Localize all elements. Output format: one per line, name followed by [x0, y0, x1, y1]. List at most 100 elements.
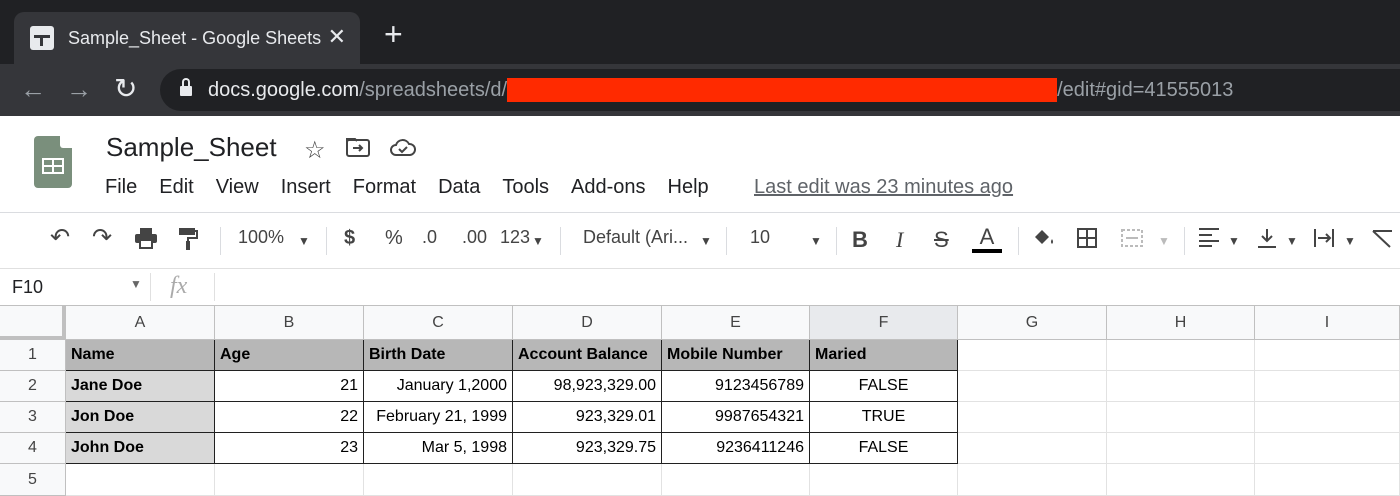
- back-arrow-icon[interactable]: ←: [20, 74, 46, 104]
- text-rotation-icon[interactable]: [1370, 227, 1394, 255]
- font-size-dropdown-icon[interactable]: ▼: [810, 234, 822, 248]
- column-header-c[interactable]: C: [364, 306, 513, 340]
- cell-f4[interactable]: FALSE: [810, 433, 958, 464]
- new-tab-icon[interactable]: +: [384, 18, 403, 50]
- name-box[interactable]: F10: [12, 277, 43, 298]
- cell-c2[interactable]: January 1,2000: [364, 371, 513, 402]
- align-dropdown-icon[interactable]: ▼: [1228, 234, 1240, 248]
- cell-i2[interactable]: [1255, 371, 1400, 402]
- cell-f2[interactable]: FALSE: [810, 371, 958, 402]
- cell-d3[interactable]: 923,329.01: [513, 402, 662, 433]
- cell-a3[interactable]: Jon Doe: [66, 402, 215, 433]
- menu-help[interactable]: Help: [668, 176, 709, 199]
- cell-g2[interactable]: [958, 371, 1107, 402]
- name-box-dropdown-icon[interactable]: ▼: [130, 277, 142, 291]
- zoom-dropdown-icon[interactable]: ▼: [298, 234, 310, 248]
- cell-i4[interactable]: [1255, 433, 1400, 464]
- print-icon[interactable]: [134, 227, 158, 255]
- cell-f5[interactable]: [810, 464, 958, 496]
- column-header-e[interactable]: E: [662, 306, 810, 340]
- column-header-g[interactable]: G: [958, 306, 1107, 340]
- paint-format-icon[interactable]: [178, 227, 198, 257]
- cell-a5[interactable]: [66, 464, 215, 496]
- select-all-corner[interactable]: [0, 306, 66, 340]
- cell-h4[interactable]: [1107, 433, 1255, 464]
- menu-view[interactable]: View: [216, 176, 259, 199]
- currency-button[interactable]: $: [344, 227, 355, 250]
- column-header-b[interactable]: B: [215, 306, 364, 340]
- more-formats-button[interactable]: 123: [500, 227, 530, 248]
- menu-addons[interactable]: Add-ons: [571, 176, 646, 199]
- menu-tools[interactable]: Tools: [502, 176, 549, 199]
- cell-h1[interactable]: [1107, 340, 1255, 371]
- horizontal-align-icon[interactable]: [1198, 227, 1220, 253]
- bold-button[interactable]: B: [852, 227, 868, 253]
- row-header-1[interactable]: 1: [0, 340, 66, 371]
- cell-f3[interactable]: TRUE: [810, 402, 958, 433]
- decrease-decimals-button[interactable]: .0: [422, 227, 437, 248]
- cell-b1[interactable]: Age: [215, 340, 364, 371]
- cell-e1[interactable]: Mobile Number: [662, 340, 810, 371]
- text-wrapping-icon[interactable]: [1312, 227, 1336, 255]
- cell-h2[interactable]: [1107, 371, 1255, 402]
- strikethrough-button[interactable]: S: [934, 227, 949, 253]
- menu-format[interactable]: Format: [353, 176, 416, 199]
- undo-icon[interactable]: ↶: [50, 223, 70, 252]
- increase-decimals-button[interactable]: .00: [462, 227, 487, 248]
- cell-h3[interactable]: [1107, 402, 1255, 433]
- row-header-2[interactable]: 2: [0, 371, 66, 402]
- valign-dropdown-icon[interactable]: ▼: [1286, 234, 1298, 248]
- cell-d5[interactable]: [513, 464, 662, 496]
- menu-insert[interactable]: Insert: [281, 176, 331, 199]
- cell-g4[interactable]: [958, 433, 1107, 464]
- cell-g1[interactable]: [958, 340, 1107, 371]
- cell-b2[interactable]: 21: [215, 371, 364, 402]
- document-title[interactable]: Sample_Sheet: [106, 132, 277, 163]
- column-header-h[interactable]: H: [1107, 306, 1255, 340]
- italic-button[interactable]: I: [896, 227, 903, 253]
- redo-icon[interactable]: ↷: [92, 223, 112, 252]
- wrap-dropdown-icon[interactable]: ▼: [1344, 234, 1356, 248]
- cell-e2[interactable]: 9123456789: [662, 371, 810, 402]
- cell-i3[interactable]: [1255, 402, 1400, 433]
- cell-b3[interactable]: 22: [215, 402, 364, 433]
- font-size-select[interactable]: 10: [750, 227, 770, 248]
- cell-c4[interactable]: Mar 5, 1998: [364, 433, 513, 464]
- column-header-i[interactable]: I: [1255, 306, 1400, 340]
- column-header-d[interactable]: D: [513, 306, 662, 340]
- cell-e5[interactable]: [662, 464, 810, 496]
- row-header-5[interactable]: 5: [0, 464, 66, 496]
- font-family-select[interactable]: Default (Ari...: [583, 227, 688, 248]
- cell-a4[interactable]: John Doe: [66, 433, 215, 464]
- zoom-select[interactable]: 100%: [238, 227, 284, 248]
- cell-d1[interactable]: Account Balance: [513, 340, 662, 371]
- last-edit-link[interactable]: Last edit was 23 minutes ago: [754, 176, 1013, 199]
- browser-tab[interactable]: Sample_Sheet - Google Sheets ✕: [14, 12, 360, 64]
- column-header-f[interactable]: F: [810, 306, 958, 340]
- cell-c3[interactable]: February 21, 1999: [364, 402, 513, 433]
- url-field[interactable]: docs.google.com /spreadsheets/d/ /edit#g…: [160, 69, 1400, 111]
- percent-button[interactable]: %: [385, 227, 403, 250]
- cell-a1[interactable]: Name: [66, 340, 215, 371]
- cell-d4[interactable]: 923,329.75: [513, 433, 662, 464]
- cell-d2[interactable]: 98,923,329.00: [513, 371, 662, 402]
- cell-g5[interactable]: [958, 464, 1107, 496]
- more-formats-dropdown-icon[interactable]: ▼: [532, 234, 544, 248]
- cell-e4[interactable]: 9236411246: [662, 433, 810, 464]
- row-header-4[interactable]: 4: [0, 433, 66, 464]
- sheets-logo-icon[interactable]: [34, 136, 72, 188]
- star-icon[interactable]: ☆: [304, 136, 326, 165]
- menu-edit[interactable]: Edit: [159, 176, 193, 199]
- menu-file[interactable]: File: [105, 176, 137, 199]
- cell-b5[interactable]: [215, 464, 364, 496]
- cell-i1[interactable]: [1255, 340, 1400, 371]
- row-header-3[interactable]: 3: [0, 402, 66, 433]
- menu-data[interactable]: Data: [438, 176, 480, 199]
- vertical-align-icon[interactable]: [1256, 227, 1278, 255]
- cell-a2[interactable]: Jane Doe: [66, 371, 215, 402]
- fill-color-icon[interactable]: [1032, 227, 1056, 255]
- cell-i5[interactable]: [1255, 464, 1400, 496]
- column-header-a[interactable]: A: [66, 306, 215, 340]
- cell-e3[interactable]: 9987654321: [662, 402, 810, 433]
- font-dropdown-icon[interactable]: ▼: [700, 234, 712, 248]
